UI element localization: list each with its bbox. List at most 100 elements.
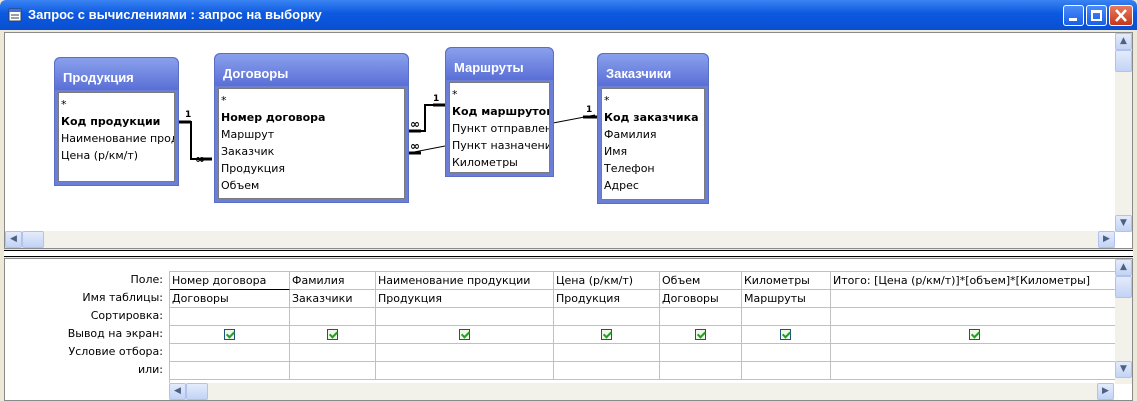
grid-or-cell[interactable] <box>831 362 1120 380</box>
grid-field-cell[interactable]: Фамилия <box>290 272 376 290</box>
show-checkbox[interactable] <box>327 329 338 340</box>
grid-horizontal-scrollbar[interactable]: ◀ ▶ <box>169 383 1114 400</box>
grid-sort-cell[interactable] <box>660 308 742 326</box>
grid-or-cell[interactable] <box>376 362 554 380</box>
grid-field-cell[interactable]: Итого: [Цена (р/км/т)]*[объем]*[Километр… <box>831 272 1120 290</box>
field-item[interactable]: Адрес <box>604 177 704 194</box>
field-item[interactable]: Маршрут <box>221 126 404 143</box>
field-list[interactable]: * Код маршрутов Пункт отправления Пункт … <box>449 82 550 173</box>
scroll-up-icon[interactable]: ▲ <box>1115 33 1132 50</box>
show-checkbox[interactable] <box>780 329 791 340</box>
grid-table-cell[interactable] <box>831 290 1120 308</box>
grid-show-cell[interactable] <box>831 326 1120 344</box>
grid-sort-cell[interactable] <box>170 308 290 326</box>
grid-show-cell[interactable] <box>376 326 554 344</box>
grid-field-cell[interactable]: Цена (р/км/т) <box>554 272 660 290</box>
scroll-left-icon[interactable]: ◀ <box>169 383 186 400</box>
scroll-thumb[interactable] <box>1115 50 1132 72</box>
show-checkbox[interactable] <box>224 329 235 340</box>
grid-table-cell[interactable]: Маршруты <box>742 290 831 308</box>
grid-criteria-cell[interactable] <box>742 344 831 362</box>
grid-or-cell[interactable] <box>660 362 742 380</box>
field-item[interactable]: * <box>604 92 704 109</box>
grid-table-cell[interactable]: Продукция <box>376 290 554 308</box>
grid-field-cell[interactable]: Километры <box>742 272 831 290</box>
pane-splitter[interactable] <box>4 250 1133 257</box>
show-checkbox[interactable] <box>969 329 980 340</box>
grid-vertical-scrollbar[interactable]: ▲ ▼ <box>1115 259 1132 384</box>
grid-table-cell[interactable]: Договоры <box>660 290 742 308</box>
field-item[interactable]: Код продукции <box>61 113 174 130</box>
field-item[interactable]: * <box>221 92 404 109</box>
grid-criteria-cell[interactable] <box>290 344 376 362</box>
grid-sort-cell[interactable] <box>290 308 376 326</box>
grid-table-cell[interactable]: Договоры <box>170 290 290 308</box>
field-item[interactable]: Номер договора <box>221 109 404 126</box>
field-item[interactable]: Фамилия <box>604 126 704 143</box>
scroll-thumb[interactable] <box>186 383 208 400</box>
field-item[interactable]: * <box>452 86 549 103</box>
field-item[interactable]: Пункт отправления <box>452 120 549 137</box>
show-checkbox[interactable] <box>695 329 706 340</box>
show-checkbox[interactable] <box>459 329 470 340</box>
query-grid-pane[interactable]: Поле: Имя таблицы: Сортировка: Вывод на … <box>4 258 1133 401</box>
grid-field-cell[interactable]: Объем <box>660 272 742 290</box>
grid-show-cell[interactable] <box>554 326 660 344</box>
scroll-down-icon[interactable]: ▼ <box>1115 361 1132 378</box>
field-item[interactable]: Продукция <box>221 160 404 177</box>
design-grid[interactable]: Номер договора Договоры Фамилия Заказчик… <box>169 271 1120 383</box>
grid-sort-cell[interactable] <box>831 308 1120 326</box>
grid-or-cell[interactable] <box>742 362 831 380</box>
grid-criteria-cell[interactable] <box>831 344 1120 362</box>
scroll-right-icon[interactable]: ▶ <box>1097 383 1114 400</box>
field-item[interactable]: Код маршрутов <box>452 103 549 120</box>
maximize-button[interactable] <box>1086 5 1107 26</box>
field-item[interactable]: Километры <box>452 154 549 171</box>
grid-show-cell[interactable] <box>742 326 831 344</box>
scroll-down-icon[interactable]: ▼ <box>1115 215 1132 232</box>
grid-or-cell[interactable] <box>170 362 290 380</box>
grid-criteria-cell[interactable] <box>376 344 554 362</box>
grid-field-cell[interactable]: Наименование продукции <box>376 272 554 290</box>
field-item[interactable]: * <box>61 96 174 113</box>
grid-table-cell[interactable]: Заказчики <box>290 290 376 308</box>
show-checkbox[interactable] <box>601 329 612 340</box>
field-item[interactable]: Имя <box>604 143 704 160</box>
scroll-thumb[interactable] <box>1115 276 1132 298</box>
field-item[interactable]: Объем <box>221 177 404 194</box>
grid-or-cell[interactable] <box>554 362 660 380</box>
grid-field-cell[interactable]: Номер договора <box>170 272 290 290</box>
grid-sort-cell[interactable] <box>376 308 554 326</box>
title-bar[interactable]: Запрос с вычислениями : запрос на выборк… <box>0 0 1137 30</box>
table-diagram-pane[interactable]: 1 ∞ ∞ 1 ∞ 1 Продукция * Код продукции На… <box>4 32 1133 249</box>
diagram-horizontal-scrollbar[interactable]: ◀ ▶ <box>5 231 1115 248</box>
field-item[interactable]: Заказчик <box>221 143 404 160</box>
table-produkciya[interactable]: Продукция * Код продукции Наименование п… <box>54 57 179 186</box>
field-item[interactable]: Наименование продукции <box>61 130 174 147</box>
field-list[interactable]: * Код продукции Наименование продукции Ц… <box>58 92 175 182</box>
field-item[interactable]: Пункт назначения <box>452 137 549 154</box>
scroll-thumb[interactable] <box>22 231 44 248</box>
table-dogovory[interactable]: Договоры * Номер договора Маршрут Заказч… <box>214 53 409 203</box>
grid-show-cell[interactable] <box>170 326 290 344</box>
field-item[interactable]: Телефон <box>604 160 704 177</box>
grid-table-cell[interactable]: Продукция <box>554 290 660 308</box>
grid-sort-cell[interactable] <box>554 308 660 326</box>
field-list[interactable]: * Код заказчика Фамилия Имя Телефон Адре… <box>601 88 705 200</box>
grid-criteria-cell[interactable] <box>660 344 742 362</box>
scroll-up-icon[interactable]: ▲ <box>1115 259 1132 276</box>
field-list[interactable]: * Номер договора Маршрут Заказчик Продук… <box>218 88 405 199</box>
grid-or-cell[interactable] <box>290 362 376 380</box>
table-zakazchiki[interactable]: Заказчики * Код заказчика Фамилия Имя Те… <box>597 53 709 204</box>
grid-show-cell[interactable] <box>290 326 376 344</box>
table-marshruty[interactable]: Маршруты * Код маршрутов Пункт отправлен… <box>445 47 554 177</box>
minimize-button[interactable] <box>1063 5 1084 26</box>
grid-criteria-cell[interactable] <box>554 344 660 362</box>
grid-sort-cell[interactable] <box>742 308 831 326</box>
grid-show-cell[interactable] <box>660 326 742 344</box>
scroll-left-icon[interactable]: ◀ <box>5 231 22 248</box>
close-button[interactable] <box>1109 5 1133 26</box>
field-item[interactable]: Код заказчика <box>604 109 704 126</box>
grid-criteria-cell[interactable] <box>170 344 290 362</box>
diagram-vertical-scrollbar[interactable]: ▲ ▼ <box>1115 33 1132 232</box>
